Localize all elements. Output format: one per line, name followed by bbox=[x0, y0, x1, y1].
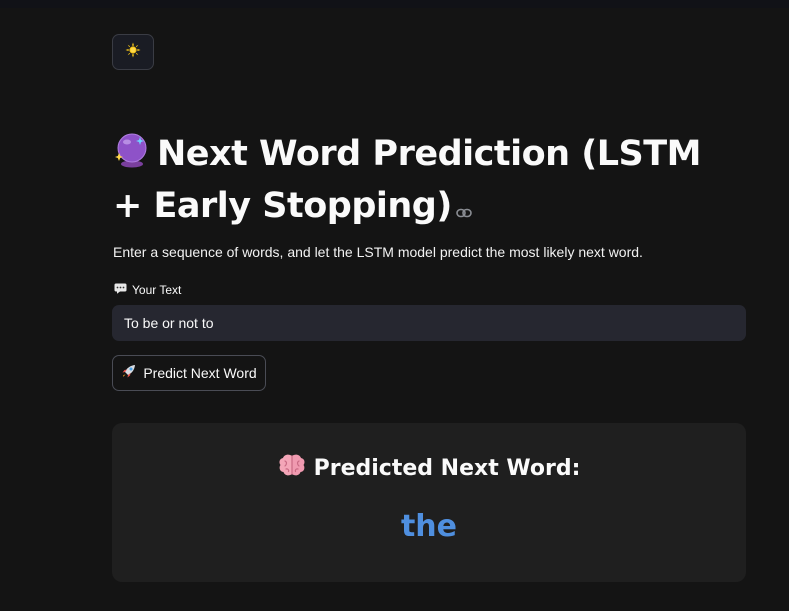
prediction-result-card: Predicted Next Word: the bbox=[112, 423, 746, 582]
prediction-heading-text: Predicted Next Word: bbox=[313, 455, 581, 481]
text-input[interactable] bbox=[112, 305, 746, 341]
page-title-text: Next Word Prediction (LSTM + Early Stopp… bbox=[113, 134, 701, 226]
sun-icon bbox=[125, 42, 141, 62]
app-description: Enter a sequence of words, and let the L… bbox=[113, 244, 643, 260]
link-icon[interactable] bbox=[456, 183, 472, 231]
theme-toggle-button[interactable] bbox=[112, 34, 154, 70]
speech-bubble-icon bbox=[114, 283, 127, 297]
brain-icon bbox=[278, 453, 306, 483]
predict-button-label: Predict Next Word bbox=[143, 365, 257, 381]
page-title: Next Word Prediction (LSTM + Early Stopp… bbox=[113, 130, 713, 231]
prediction-heading: Predicted Next Word: bbox=[112, 453, 746, 483]
rocket-icon bbox=[121, 364, 136, 382]
text-input-label: Your Text bbox=[114, 283, 181, 297]
app-top-bar bbox=[0, 0, 789, 8]
predicted-word: the bbox=[400, 509, 458, 544]
crystal-ball-icon bbox=[113, 131, 157, 182]
text-input-label-text: Your Text bbox=[132, 283, 182, 297]
predict-next-word-button[interactable]: Predict Next Word bbox=[112, 355, 266, 391]
